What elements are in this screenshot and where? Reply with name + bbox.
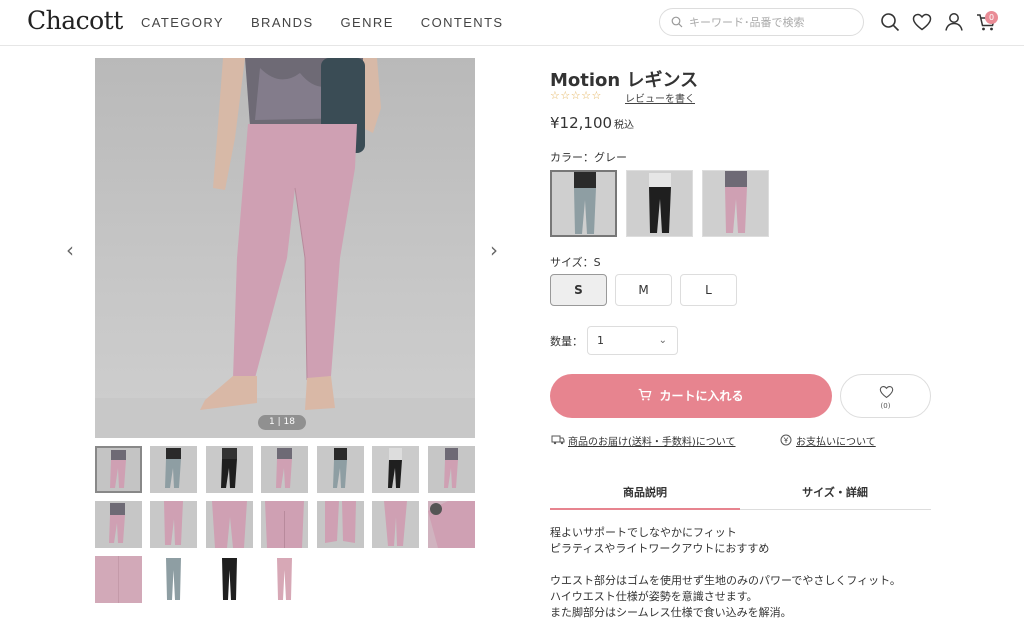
description-line: ウエスト部分はゴムを使用せず生地のみのパワーでやさしくフィット。 [550, 574, 901, 587]
site-logo[interactable]: Chacott [27, 6, 123, 35]
heart-icon [879, 385, 894, 399]
thumbnail[interactable] [428, 446, 475, 493]
description-line: ピラティスやライトワークアウトにおすすめ [550, 542, 770, 555]
thumbnail[interactable] [372, 501, 419, 548]
color-label: カラー：グレー [550, 151, 627, 164]
favorite-count: (0) [880, 402, 891, 410]
chevron-down-icon: ⌄ [658, 335, 667, 346]
heart-icon[interactable] [911, 11, 933, 33]
main-nav: CATEGORY BRANDS GENRE CONTENTS [141, 15, 530, 30]
thumbnail[interactable] [317, 446, 364, 493]
color-swatch-pink[interactable] [702, 170, 769, 237]
color-swatch-grey[interactable] [550, 170, 617, 237]
cart-count-badge: 0 [985, 11, 998, 24]
nav-brands[interactable]: BRANDS [251, 15, 314, 30]
thumbnail[interactable] [372, 446, 419, 493]
yen-circle-icon [780, 434, 792, 446]
quantity-value: 1 [597, 334, 604, 347]
thumbnail[interactable] [261, 556, 308, 603]
thumbnail[interactable] [428, 501, 475, 548]
search-icon[interactable] [879, 11, 901, 33]
color-swatch-black[interactable] [626, 170, 693, 237]
payment-info-link[interactable]: お支払いについて [796, 433, 876, 448]
search-field-icon [671, 16, 683, 28]
thumbnail[interactable] [261, 501, 308, 548]
add-to-cart-button[interactable]: カートに入れる [550, 374, 832, 418]
size-button-m[interactable]: M [615, 274, 672, 306]
write-review-link[interactable]: レビューを書く [625, 90, 695, 105]
thumbnail[interactable] [150, 501, 197, 548]
description-line: また脚部分はシームレス仕様で食い込みを解消。 [550, 606, 792, 619]
tax-label: 税込 [614, 120, 635, 131]
thumbnail[interactable] [150, 446, 197, 493]
thumbnail[interactable] [95, 501, 142, 548]
user-icon[interactable] [943, 11, 965, 33]
nav-genre[interactable]: GENRE [341, 15, 394, 30]
favorite-button[interactable]: (0) [840, 374, 931, 418]
thumbnail[interactable] [95, 556, 142, 603]
truck-icon [551, 435, 565, 445]
quantity-select[interactable]: 1 ⌄ [587, 326, 678, 355]
rating-stars: ☆☆☆☆☆ [550, 89, 602, 102]
nav-contents[interactable]: CONTENTS [421, 15, 504, 30]
description-line: ハイウエスト仕様が姿勢を意識させます。 [550, 590, 758, 603]
main-product-image[interactable] [95, 58, 475, 438]
product-price: ¥12,100 税込 [550, 114, 634, 132]
search-box[interactable] [659, 8, 864, 36]
quantity-label: 数量： [550, 335, 583, 348]
size-label: サイズ：S [550, 256, 601, 269]
size-button-s[interactable]: S [550, 274, 607, 306]
tab-size-details[interactable]: サイズ・詳細 [740, 476, 930, 510]
thumbnail[interactable] [150, 556, 197, 603]
price-value: ¥12,100 [550, 114, 613, 132]
description-line: 程よいサポートでしなやかにフィット [550, 526, 737, 539]
search-input[interactable] [689, 14, 857, 31]
add-to-cart-label: カートに入れる [659, 389, 744, 403]
nav-category[interactable]: CATEGORY [141, 15, 224, 30]
site-header: Chacott CATEGORY BRANDS GENRE CONTENTS 0 [0, 0, 1024, 46]
product-photo [95, 58, 475, 438]
gallery-prev-arrow[interactable]: ‹ [66, 238, 74, 262]
thumbnail[interactable] [261, 446, 308, 493]
thumbnail[interactable] [206, 501, 253, 548]
gallery-next-arrow[interactable]: › [490, 238, 498, 262]
gallery-counter: 1 | 18 [258, 415, 306, 430]
thumbnail[interactable] [95, 446, 142, 493]
cart-icon [639, 388, 652, 401]
size-button-l[interactable]: L [680, 274, 737, 306]
thumbnail[interactable] [206, 446, 253, 493]
thumbnail[interactable] [317, 501, 364, 548]
product-tabs: 商品説明 サイズ・詳細 [550, 476, 931, 510]
tab-description[interactable]: 商品説明 [550, 476, 740, 510]
delivery-info-link[interactable]: 商品のお届け(送料・手数料)について [568, 433, 736, 448]
thumbnail[interactable] [206, 556, 253, 603]
